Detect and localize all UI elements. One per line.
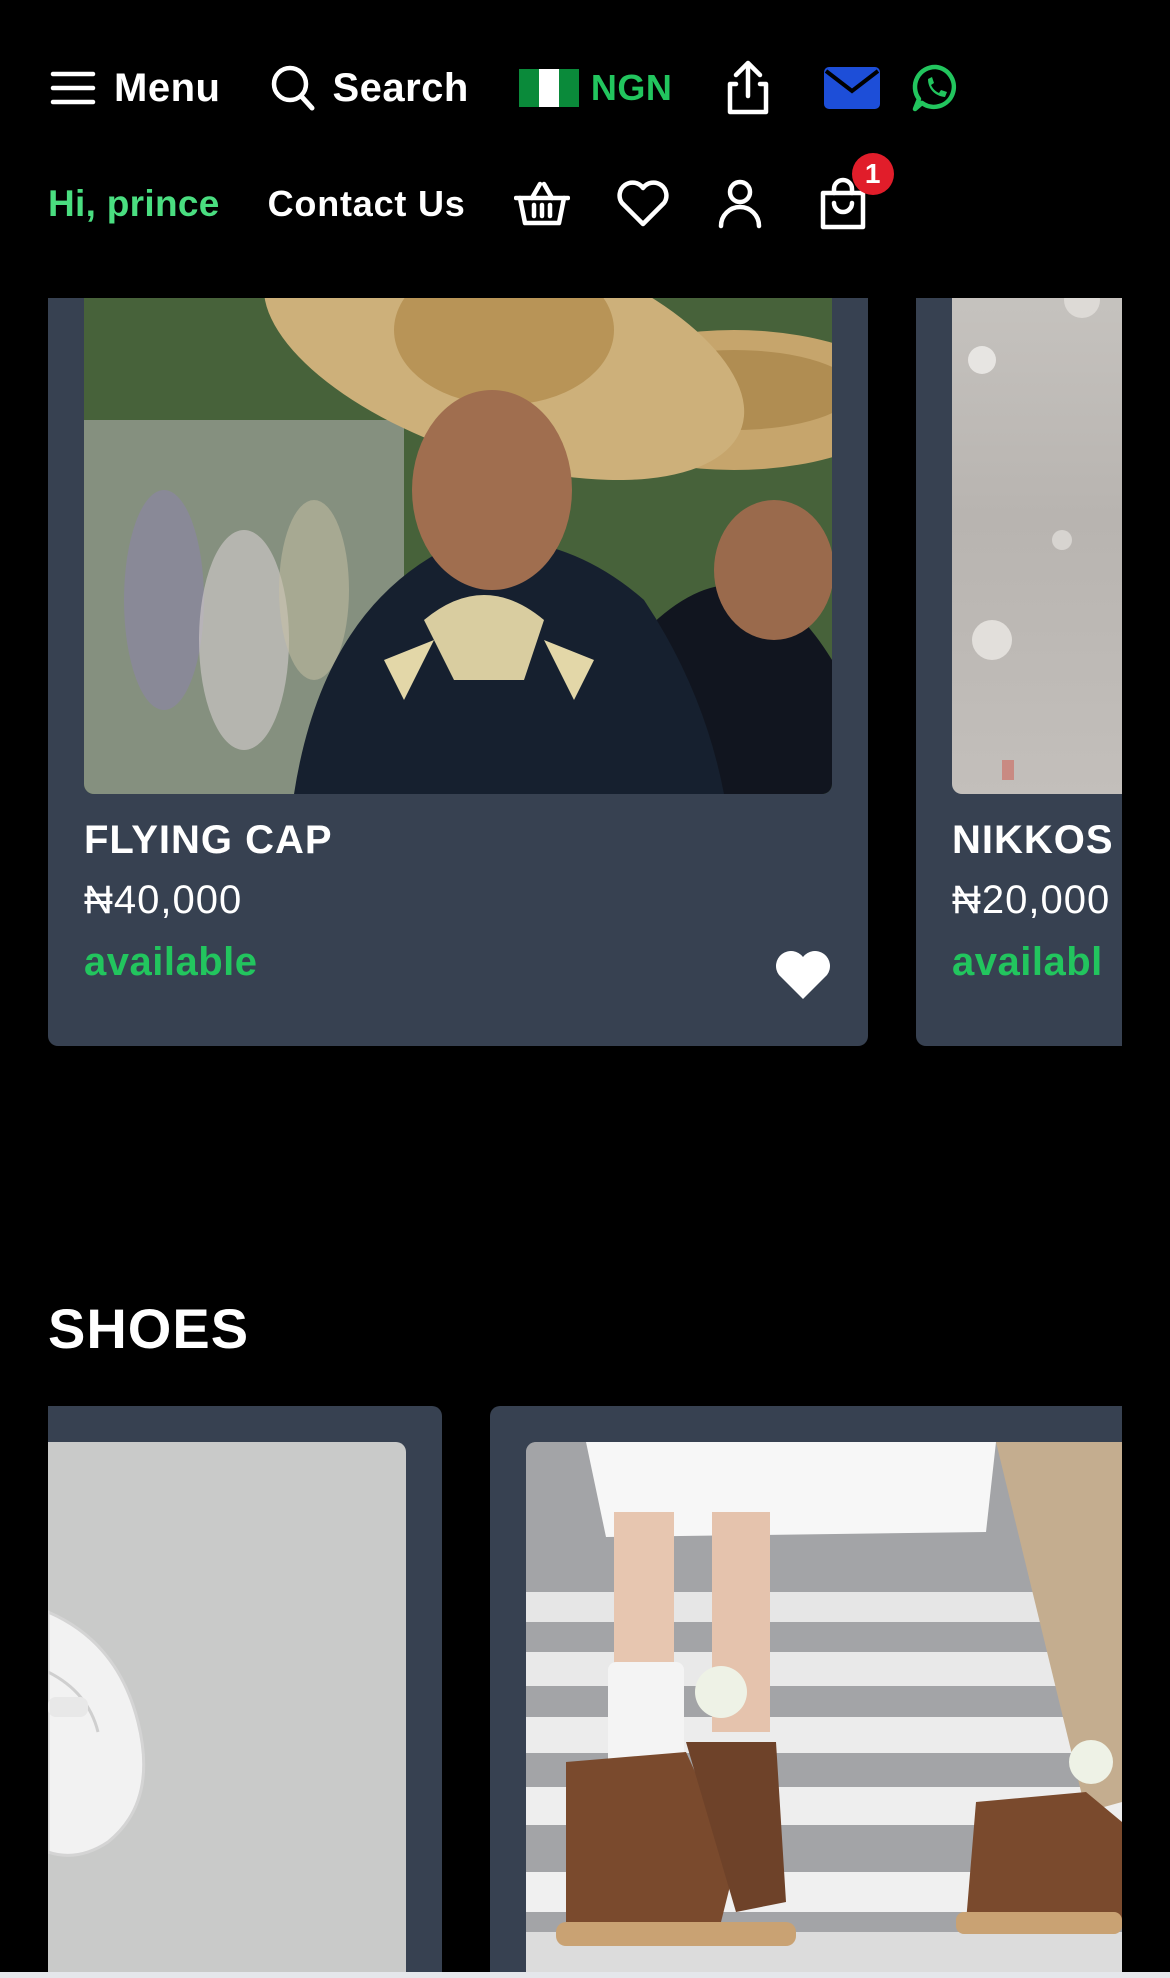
product-image xyxy=(952,240,1122,794)
search-icon xyxy=(270,65,316,111)
menu-button[interactable]: Menu xyxy=(50,66,220,111)
product-card[interactable] xyxy=(48,1406,442,1978)
product-card[interactable]: NIKKOS ₦20,000 availabl xyxy=(916,240,1122,1046)
top-header: Menu Search NGN Hi, prince Contact Us 1 xyxy=(0,0,1170,298)
product-name: NIKKOS xyxy=(952,818,1114,862)
basket-icon[interactable] xyxy=(513,180,570,228)
product-status: availabl xyxy=(952,940,1103,984)
product-image xyxy=(84,240,832,794)
nigeria-flag-icon xyxy=(518,69,579,107)
product-name: FLYING CAP xyxy=(84,818,333,862)
product-price: ₦20,000 xyxy=(952,878,1111,922)
currency-selector[interactable]: NGN xyxy=(518,67,673,109)
product-image xyxy=(48,1442,406,1978)
mail-icon[interactable] xyxy=(824,66,881,110)
search-label: Search xyxy=(332,65,469,110)
heart-icon[interactable] xyxy=(774,948,832,1002)
menu-icon xyxy=(50,68,96,108)
product-card[interactable]: FLYING CAP ₦40,000 available xyxy=(48,240,868,1046)
product-image xyxy=(526,1442,1122,1978)
share-icon[interactable] xyxy=(724,60,772,116)
cart-count-badge: 1 xyxy=(851,153,894,195)
whatsapp-icon[interactable] xyxy=(910,62,962,114)
product-card[interactable] xyxy=(490,1406,1122,1978)
section-title-shoes: SHOES xyxy=(48,1297,250,1360)
header-row-secondary: Hi, prince Contact Us 1 xyxy=(48,153,894,232)
bottom-edge xyxy=(0,1972,1170,1978)
heart-icon[interactable] xyxy=(616,179,670,229)
user-icon[interactable] xyxy=(716,178,764,230)
user-greeting: Hi, prince xyxy=(48,183,220,224)
menu-label: Menu xyxy=(114,65,221,110)
mariachi-photo xyxy=(84,240,832,794)
cart-button[interactable]: 1 xyxy=(818,153,894,231)
product-status: available xyxy=(84,940,258,984)
currency-label: NGN xyxy=(590,67,673,108)
header-row-primary: Menu Search NGN xyxy=(50,60,962,116)
contact-us-link[interactable]: Contact Us xyxy=(268,183,466,225)
search-button[interactable]: Search xyxy=(270,65,468,111)
product-price: ₦40,000 xyxy=(84,878,243,922)
